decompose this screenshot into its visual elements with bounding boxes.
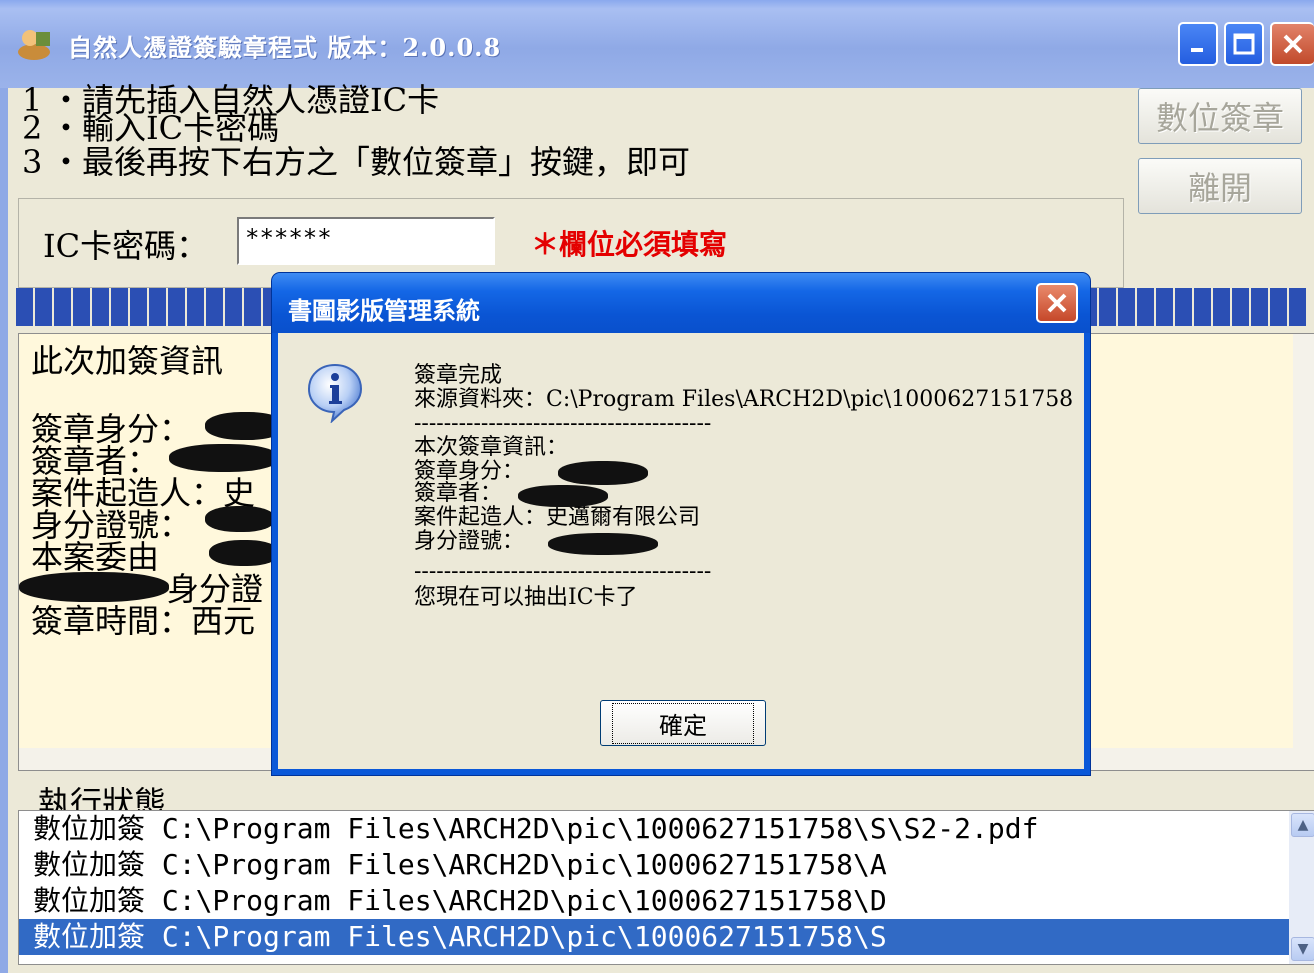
info-icon	[307, 363, 363, 423]
progress-segment	[35, 288, 52, 326]
window-border	[0, 88, 8, 973]
minimize-icon	[1191, 48, 1203, 52]
password-label: IC卡密碼：	[43, 227, 209, 265]
window-title: 自然人憑證簽驗章程式 版本：2.0.0.8	[68, 33, 502, 62]
digital-sign-button[interactable]: 數位簽章	[1138, 88, 1302, 144]
progress-segment	[1099, 288, 1116, 326]
progress-segment	[1232, 288, 1249, 326]
list-item[interactable]: 數位加簽 C:\Program Files\ARCH2D\pic\1000627…	[19, 847, 1303, 883]
password-input[interactable]: ******	[237, 217, 495, 265]
progress-segment	[1156, 288, 1173, 326]
maximize-icon	[1233, 33, 1255, 55]
progress-segment	[111, 288, 128, 326]
progress-segment	[54, 288, 71, 326]
info-heading: 此次加簽資訊	[31, 342, 224, 380]
progress-segment	[1251, 288, 1268, 326]
progress-segment	[130, 288, 147, 326]
redaction-mark	[205, 506, 275, 532]
scroll-up-button[interactable]: ▲	[1291, 813, 1314, 837]
progress-segment	[16, 288, 33, 326]
title-bar[interactable]: 自然人憑證簽驗章程式 版本：2.0.0.8	[0, 0, 1314, 88]
info-line: 簽章時間：西元	[31, 602, 256, 640]
progress-segment	[73, 288, 90, 326]
list-item[interactable]: 數位加簽 C:\Program Files\ARCH2D\pic\1000627…	[19, 883, 1303, 919]
instructions: 1 ・請先插入自然人憑證IC卡 2 ・輸入IC卡密碼 3 ・最後再按下右方之「數位簽章…	[0, 82, 1130, 200]
progress-segment	[149, 288, 166, 326]
exit-button[interactable]: 離開	[1138, 158, 1302, 214]
dialog-title: 書圖影版管理系統	[288, 296, 480, 325]
dialog-line: 案件起造人：史邁爾有限公司	[414, 505, 701, 530]
progress-segment	[1175, 288, 1192, 326]
redaction-mark	[209, 540, 279, 566]
progress-segment	[168, 288, 185, 326]
dialog-title-bar[interactable]: 書圖影版管理系統	[272, 273, 1090, 333]
progress-segment	[1213, 288, 1230, 326]
list-item-selected[interactable]: 數位加簽 C:\Program Files\ARCH2D\pic\1000627…	[19, 919, 1303, 955]
dialog-body: 簽章完成 來源資料夾：C:\Program Files\ARCH2D\pic\1…	[278, 333, 1084, 769]
progress-segment	[187, 288, 204, 326]
dialog-close-button[interactable]	[1036, 283, 1078, 323]
progress-segment	[1194, 288, 1211, 326]
dialog-line: 您現在可以抽出IC卡了	[414, 585, 638, 610]
minimize-button[interactable]	[1178, 22, 1218, 66]
redaction-mark	[548, 533, 658, 555]
instruction-2: 2 ・輸入IC卡密碼	[22, 109, 280, 147]
list-scrollbar[interactable]: ▲ ▼	[1289, 811, 1314, 964]
status-list[interactable]: 數位加簽 C:\Program Files\ARCH2D\pic\1000627…	[18, 810, 1314, 965]
dialog-line: 來源資料夾：C:\Program Files\ARCH2D\pic\100062…	[414, 387, 1074, 412]
app-icon	[18, 30, 50, 60]
progress-segment	[206, 288, 223, 326]
dialog-line: 本次簽章資訊：	[414, 435, 569, 460]
ok-button[interactable]: 確定	[600, 700, 766, 746]
close-icon	[1047, 293, 1067, 313]
redaction-mark	[518, 485, 608, 507]
message-dialog: 書圖影版管理系統 簽章完成 來源資料夾：C:\Program Files\ARC…	[272, 273, 1090, 775]
close-button[interactable]	[1270, 22, 1314, 66]
chevron-up-icon: ▲	[1297, 817, 1309, 833]
redaction-mark	[558, 461, 648, 485]
progress-segment	[92, 288, 109, 326]
redaction-mark	[169, 444, 279, 472]
vertical-scrollbar[interactable]	[1293, 334, 1314, 770]
required-note: ＊欄位必須填寫	[531, 228, 728, 261]
dialog-separator: ----------------------------------------	[414, 411, 712, 436]
list-item[interactable]: 數位加簽 C:\Program Files\ARCH2D\pic\1000627…	[19, 811, 1303, 847]
scroll-down-button[interactable]: ▼	[1291, 937, 1314, 961]
dialog-line: 簽章者：	[414, 481, 503, 506]
progress-segment	[244, 288, 261, 326]
progress-segment	[1137, 288, 1154, 326]
redaction-mark	[19, 572, 169, 602]
close-icon	[1283, 34, 1303, 54]
progress-segment	[1118, 288, 1135, 326]
chevron-down-icon: ▼	[1297, 941, 1309, 957]
dialog-separator: ----------------------------------------	[414, 559, 712, 584]
maximize-button[interactable]	[1224, 22, 1264, 66]
progress-segment	[225, 288, 242, 326]
dialog-line: 簽章完成	[414, 363, 503, 388]
progress-segment	[1270, 288, 1287, 326]
progress-segment	[1289, 288, 1306, 326]
dialog-line: 身分證號：	[414, 529, 525, 554]
ok-button-label: 確定	[612, 702, 754, 744]
instruction-3: 3 ・最後再按下右方之「數位簽章」按鍵，即可	[22, 143, 691, 181]
